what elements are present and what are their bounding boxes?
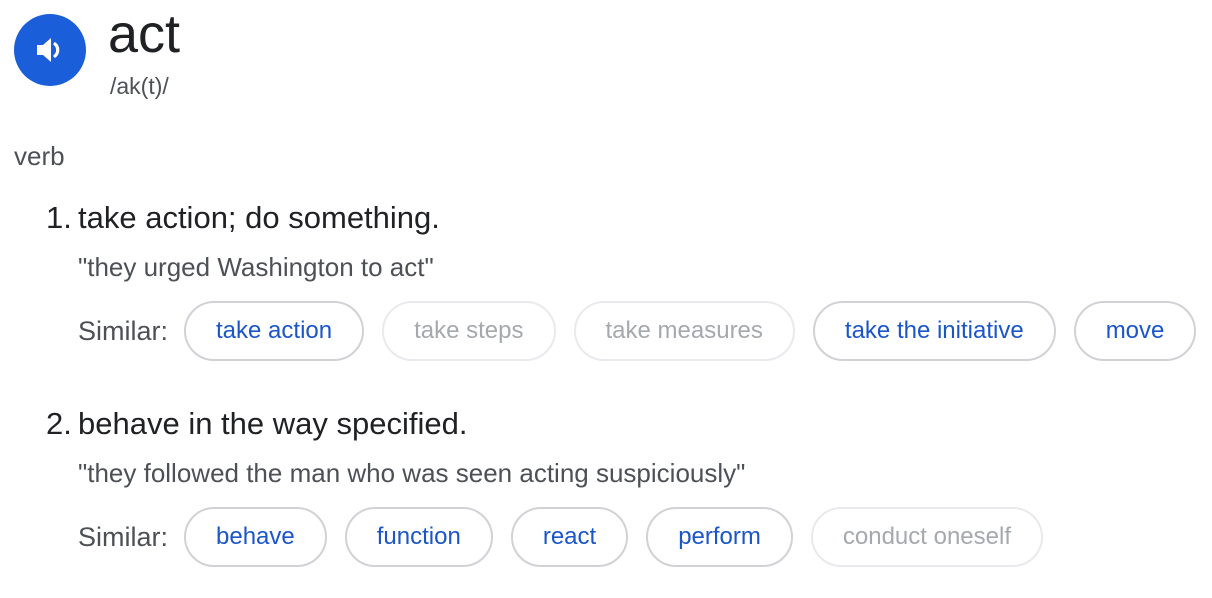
similar-words-row: Similar: behave function react perform c… [78,505,1061,569]
pronunciation-audio-button[interactable] [14,14,86,86]
similar-chip-take-action[interactable]: take action [184,301,365,361]
sense-number: 2. [46,406,72,441]
similar-chip-take-steps: take steps [382,301,556,361]
usage-example: "they followed the man who was seen acti… [78,458,746,488]
usage-example: "they urged Washington to act" [78,252,434,282]
sense-definition: 1. take action; do something. [46,199,440,237]
similar-chip-conduct-oneself: conduct oneself [810,507,1043,567]
similar-chip-take-measures: take measures [573,301,795,361]
phonetic-spelling: /ak(t)/ [110,73,169,99]
similar-chip-take-the-initiative[interactable]: take the initiative [812,301,1056,361]
sense-number: 1. [46,200,72,235]
part-of-speech: verb [14,141,65,171]
similar-words-row: Similar: take action take steps take mea… [78,299,1197,363]
similar-chip-move[interactable]: move [1073,301,1197,361]
definition-text: take action; do something. [78,200,440,235]
headword: act [108,4,181,64]
definition-text: behave in the way specified. [78,406,468,441]
similar-label: Similar: [78,315,169,346]
sense-definition: 2. behave in the way specified. [46,405,467,443]
similar-chip-react[interactable]: react [510,507,629,567]
similar-chip-perform[interactable]: perform [646,507,793,567]
similar-label: Similar: [78,521,169,552]
similar-chip-function[interactable]: function [344,507,493,567]
speaker-icon [37,38,60,62]
similar-chip-behave[interactable]: behave [184,507,327,567]
